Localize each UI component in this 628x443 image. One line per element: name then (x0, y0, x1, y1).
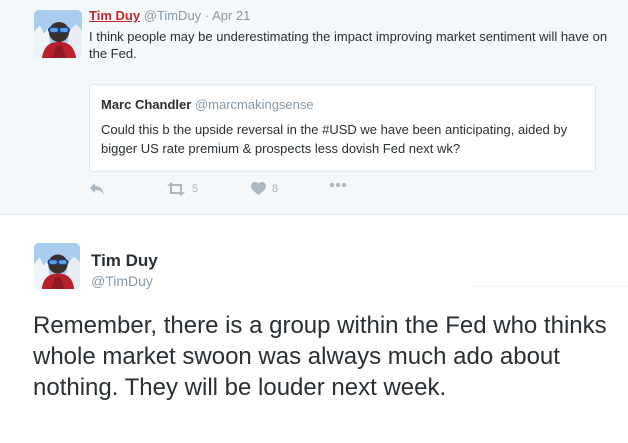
avatar[interactable] (34, 10, 82, 58)
reply-button[interactable] (89, 182, 105, 196)
embedded-quote-header: Marc Chandler @marcmakingsense (101, 97, 314, 112)
reply-icon (90, 183, 104, 195)
avatar-photo (34, 243, 80, 289)
main-author-handle[interactable]: @TimDuy (91, 273, 153, 289)
main-author-name[interactable]: Tim Duy (91, 251, 158, 271)
quoted-tweet-text: I think people may be underestimating th… (89, 29, 608, 61)
avatar-photo (34, 10, 82, 58)
avatar[interactable] (34, 243, 80, 289)
author-name-link[interactable]: Tim Duy (89, 8, 140, 23)
embedded-author-handle: @marcmakingsense (194, 97, 314, 112)
tweet-date-link[interactable]: Apr 21 (212, 8, 250, 23)
more-button[interactable] (329, 182, 347, 188)
retweet-count: 5 (192, 183, 199, 195)
more-icon (329, 182, 347, 188)
header-separator: · (204, 8, 210, 23)
heart-icon (251, 182, 266, 195)
main-tweet-text: Remember, there is a group within the Fe… (33, 312, 607, 401)
quoted-tweet-area[interactable]: Tim Duy @TimDuy · Apr 21 I think people … (0, 0, 628, 215)
like-count: 8 (272, 183, 279, 195)
divider (470, 286, 628, 287)
embedded-quote-card[interactable]: Marc Chandler @marcmakingsense Could thi… (89, 84, 596, 172)
quoted-tweet-header: Tim Duy @TimDuy · Apr 21 (89, 8, 250, 23)
embedded-author-name: Marc Chandler (101, 97, 192, 112)
retweet-icon (167, 182, 185, 196)
like-button[interactable]: 8 (251, 182, 278, 196)
author-handle[interactable]: @TimDuy (144, 8, 202, 23)
retweet-button[interactable]: 5 (166, 182, 198, 196)
embedded-quote-text: Could this b the upside reversal in the … (101, 122, 568, 156)
